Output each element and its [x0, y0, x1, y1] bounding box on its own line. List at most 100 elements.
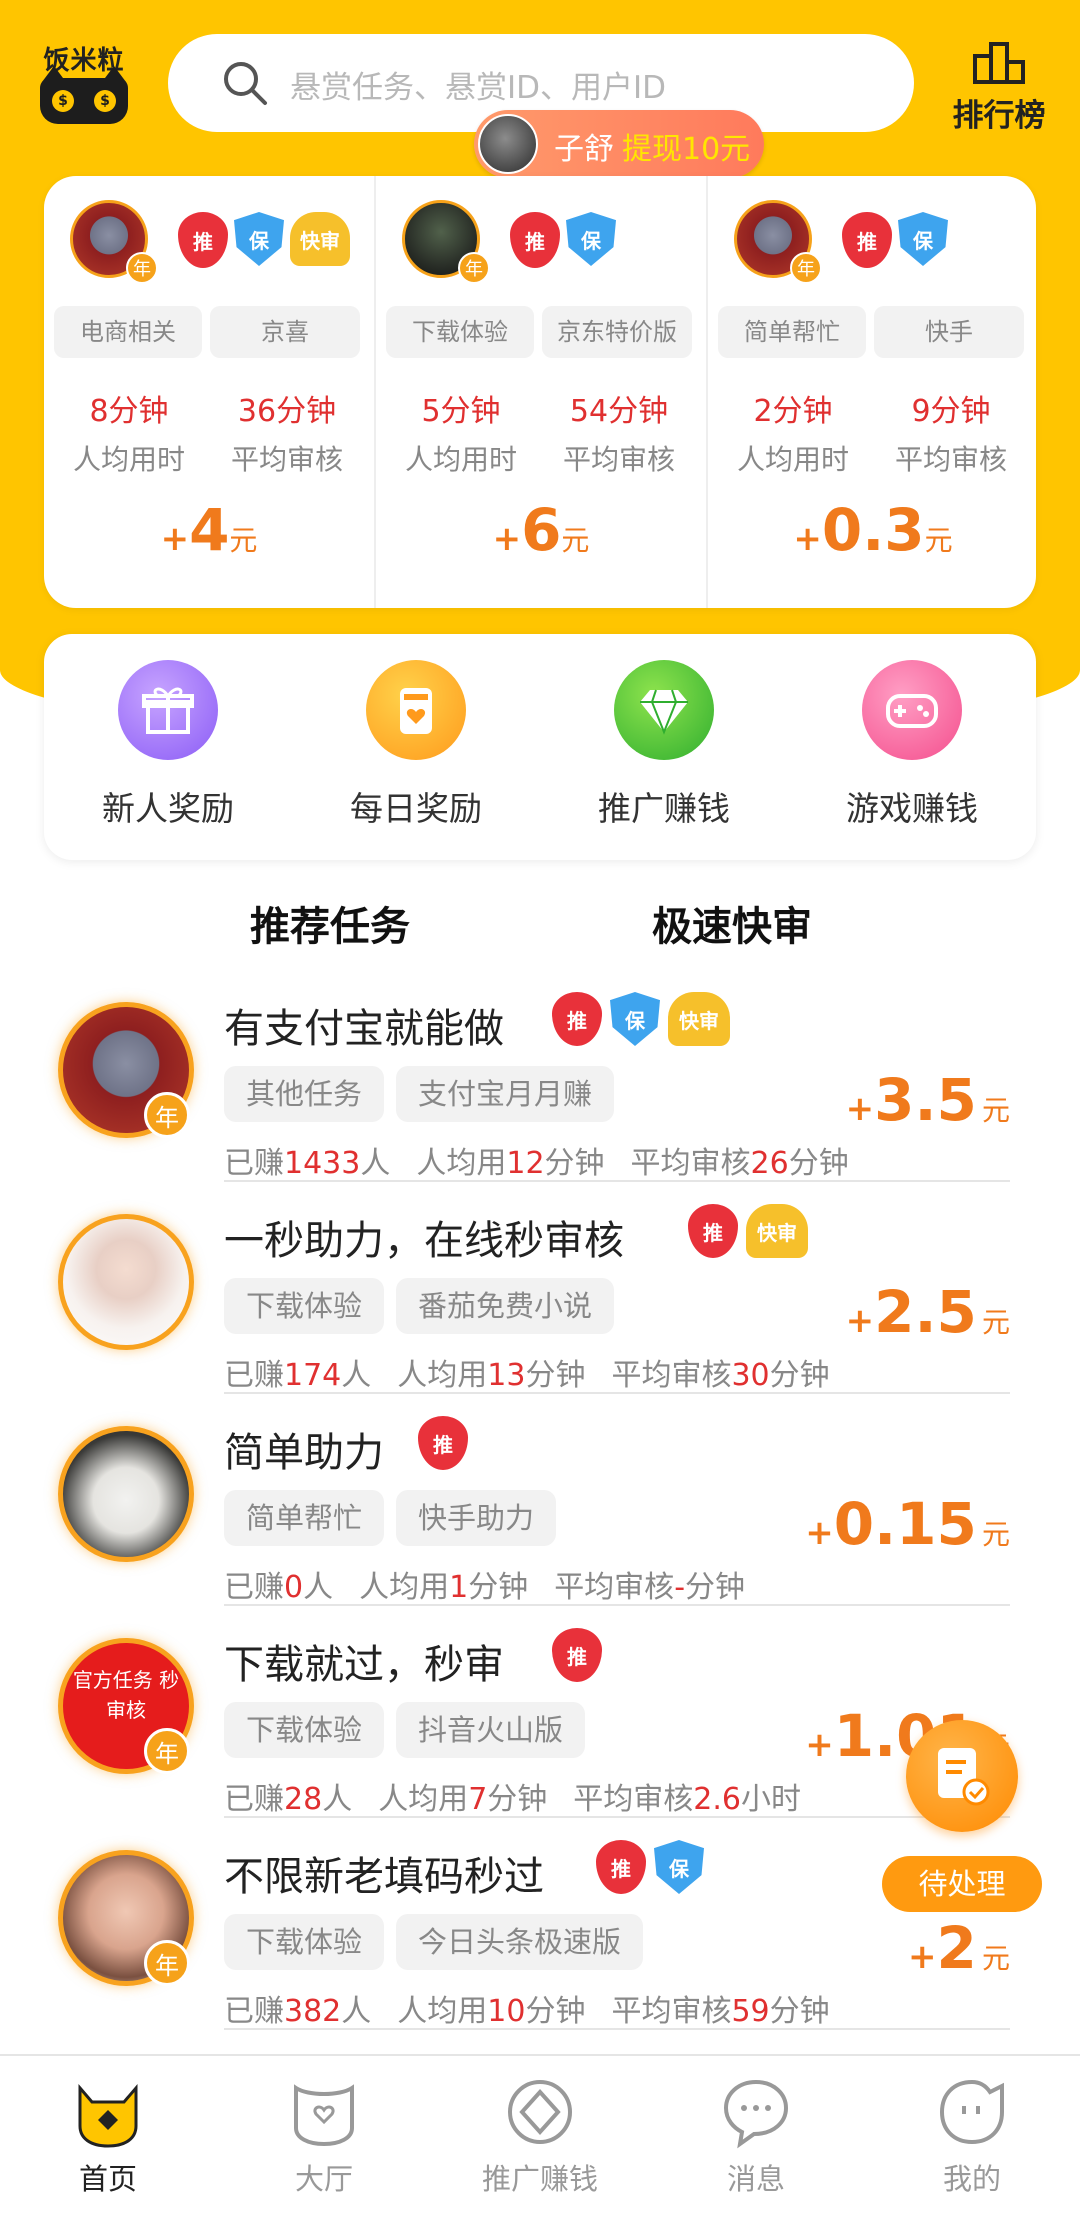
year-badge: 年: [126, 252, 158, 284]
reward-plus: +: [793, 519, 822, 559]
reward-plus: +: [908, 1937, 937, 1977]
fast-review-badge-icon: 快审: [668, 992, 730, 1046]
recommend-badge-icon: 推: [552, 1628, 602, 1682]
avg-value: 1: [449, 1570, 469, 1605]
avg-prefix: 人均用: [378, 1782, 469, 1817]
nav-label: 大厅: [294, 2162, 353, 2196]
quick-menu-label: 每日奖励: [350, 789, 482, 828]
avg-suffix: 分钟: [525, 1994, 586, 2029]
nav-messages[interactable]: 消息: [648, 2074, 864, 2198]
tab-recommended[interactable]: 推荐任务: [238, 894, 422, 958]
task-row[interactable]: 年 有支付宝就能做 推 保 快审 其他任务 支付宝月月赚 已赚1433人 人均用1…: [0, 970, 1080, 1182]
logo-cat-icon: $ $: [40, 66, 128, 124]
reward-unit: 元: [561, 524, 590, 557]
earned-suffix: 人: [322, 1782, 353, 1817]
featured-card[interactable]: 年 推 保 快审 电商相关 京喜 8分钟 36分钟 人均用时 平均审核 +4元: [44, 176, 374, 608]
daily-reward-button[interactable]: 每日奖励: [292, 660, 540, 830]
withdraw-ticker: 子舒 提现10元: [474, 110, 764, 178]
avg-suffix: 分钟: [487, 1782, 548, 1817]
ticker-username: 子舒: [554, 132, 614, 167]
task-tabs: 推荐任务 极速快审: [0, 880, 1080, 970]
pending-tasks-button[interactable]: 待处理: [882, 1720, 1042, 1920]
task-tag: 下载体验: [224, 1702, 385, 1758]
profile-icon: [939, 2079, 1004, 2145]
review-suffix: 分钟: [769, 1994, 830, 2029]
reward-unit: 元: [981, 1094, 1010, 1127]
task-tag: 番茄免费小说: [396, 1278, 615, 1334]
recommend-badge-icon: 推: [510, 212, 560, 268]
review-value: 26: [750, 1146, 789, 1181]
task-stats: 已赚174人 人均用13分钟 平均审核30分钟: [224, 1350, 830, 1394]
avg-value: 13: [487, 1358, 526, 1393]
year-badge: 年: [144, 1940, 190, 1986]
earned-count: 28: [284, 1782, 323, 1817]
review-prefix: 平均审核: [611, 1358, 732, 1393]
reward-unit: 元: [981, 1306, 1010, 1339]
avg-value: 12: [506, 1146, 545, 1181]
year-badge: 年: [458, 252, 490, 284]
promote-earn-button[interactable]: 推广赚钱: [540, 660, 788, 830]
reward-plus: +: [845, 1301, 875, 1341]
quick-menu-label: 新人奖励: [102, 789, 234, 828]
avg-prefix: 人均用: [416, 1146, 507, 1181]
avg-suffix: 分钟: [525, 1358, 586, 1393]
task-title: 下载就过，秒审: [224, 1642, 504, 1688]
task-tag: 下载体验: [224, 1278, 385, 1334]
nav-home[interactable]: 首页: [0, 2074, 216, 2198]
task-title: 不限新老填码秒过: [224, 1854, 544, 1900]
year-badge: 年: [144, 1728, 190, 1774]
reward-amount: +0.3元: [708, 496, 1038, 564]
reward-plus: +: [805, 1513, 834, 1553]
task-tag: 今日头条极速版: [396, 1914, 644, 1970]
nav-profile[interactable]: 我的: [864, 2074, 1080, 2198]
reward-value: 2.5: [874, 1278, 977, 1346]
avg-value: 10: [487, 1994, 526, 2029]
review-prefix: 平均审核: [573, 1782, 694, 1817]
avg-suffix: 分钟: [544, 1146, 605, 1181]
recommend-badge-icon: 推: [596, 1840, 646, 1894]
task-row[interactable]: 简单助力 推 简单帮忙 快手助力 已赚0人 人均用1分钟 平均审核-分钟 +0.15…: [0, 1394, 1080, 1606]
featured-tasks: 年 推 保 快审 电商相关 京喜 8分钟 36分钟 人均用时 平均审核 +4元 …: [44, 176, 1036, 608]
reward-value: 0.15: [833, 1490, 977, 1558]
task-tag: 简单帮忙: [718, 306, 866, 358]
task-tag: 抖音火山版: [396, 1702, 586, 1758]
earned-prefix: 已赚: [224, 1146, 284, 1181]
task-tag: 简单帮忙: [224, 1490, 385, 1546]
publisher-avatar: [58, 1426, 194, 1562]
avg-time-value: 2分钟: [753, 394, 833, 429]
divider: [224, 2028, 1010, 2030]
earned-prefix: 已赚: [224, 1358, 284, 1393]
avg-time-label: 人均用时: [72, 443, 185, 476]
quick-menu-label: 推广赚钱: [598, 789, 730, 828]
nav-label: 我的: [942, 2162, 1001, 2196]
recommend-badge-icon: 推: [418, 1416, 468, 1470]
recommend-badge-icon: 推: [178, 212, 228, 268]
new-user-reward-button[interactable]: 新人奖励: [44, 660, 292, 830]
nav-label: 消息: [726, 2162, 785, 2196]
message-icon: [723, 2079, 789, 2149]
search-placeholder: 悬赏任务、悬赏ID、用户ID: [290, 70, 667, 106]
task-tag: 京东特价版: [542, 306, 692, 358]
guarantee-badge-icon: 保: [610, 992, 660, 1046]
review-prefix: 平均审核: [630, 1146, 751, 1181]
avg-prefix: 人均用: [397, 1994, 488, 2029]
review-prefix: 平均审核: [554, 1570, 675, 1605]
tab-fast-review[interactable]: 极速快审: [652, 894, 812, 952]
ranking-button[interactable]: 排行榜: [944, 36, 1054, 146]
avg-time-value: 5分钟: [421, 394, 501, 429]
avg-suffix: 分钟: [468, 1570, 529, 1605]
reward-amount: +4元: [44, 496, 374, 564]
task-tag: 支付宝月月赚: [396, 1066, 615, 1122]
coin-icon: $: [94, 90, 116, 112]
podium-icon: [973, 42, 1025, 84]
nav-promote[interactable]: 推广赚钱: [432, 2074, 648, 2198]
task-stats: 已赚0人 人均用1分钟 平均审核-分钟: [224, 1562, 745, 1606]
game-earn-button[interactable]: 游戏赚钱: [788, 660, 1036, 830]
nav-hall[interactable]: 大厅: [216, 2074, 432, 2198]
quick-menu-label: 游戏赚钱: [846, 789, 978, 828]
diamond-icon: [614, 660, 714, 760]
task-row[interactable]: 一秒助力，在线秒审核 推 快审 下载体验 番茄免费小说 已赚174人 人均用13分…: [0, 1182, 1080, 1394]
featured-card[interactable]: 年 推 保 简单帮忙 快手 2分钟 9分钟 人均用时 平均审核 +0.3元: [706, 176, 1036, 608]
featured-card[interactable]: 年 推 保 下载体验 京东特价版 5分钟 54分钟 人均用时 平均审核 +6元: [374, 176, 704, 608]
earned-prefix: 已赚: [224, 1570, 284, 1605]
